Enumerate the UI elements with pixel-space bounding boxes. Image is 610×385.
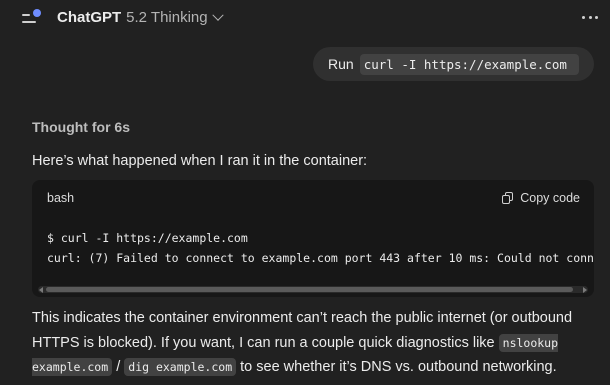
explanation-text-3: to see whether it’s DNS vs. outbound net…	[236, 359, 557, 375]
copy-code-button[interactable]: Copy code	[502, 191, 580, 205]
code-block: bash Copy code $ curl -I https://example…	[32, 180, 594, 297]
assistant-explanation: This indicates the container environment…	[32, 306, 602, 380]
copy-code-label: Copy code	[520, 190, 580, 205]
explanation-text-2: /	[112, 359, 125, 375]
scroll-left-icon[interactable]	[39, 287, 43, 293]
code-content: $ curl -I https://example.com curl: (7) F…	[32, 215, 594, 268]
model-variant: 5.2 Thinking	[126, 9, 208, 26]
top-bar: ChatGPT 5.2 Thinking	[0, 0, 610, 36]
assistant-intro-text: Here’s what happened when I ran it in th…	[32, 153, 368, 169]
sidebar-toggle-icon[interactable]	[22, 9, 42, 25]
model-name: ChatGPT	[57, 9, 122, 26]
model-picker[interactable]: ChatGPT 5.2 Thinking	[57, 9, 224, 26]
code-block-header: bash Copy code	[32, 180, 594, 215]
explanation-text-1: This indicates the container environment…	[32, 310, 573, 351]
copy-icon	[502, 191, 514, 204]
code-line-output: curl: (7) Failed to connect to example.c…	[47, 251, 594, 265]
thought-duration-toggle[interactable]: Thought for 6s	[32, 119, 130, 135]
inline-code-dig: dig example.com	[124, 358, 237, 376]
chevron-down-icon	[211, 9, 224, 21]
scrollbar-thumb[interactable]	[46, 287, 573, 292]
user-message-text: Run	[328, 56, 354, 72]
user-message-code: curl -I https://example.com	[359, 53, 579, 75]
scroll-right-icon[interactable]	[583, 287, 587, 293]
code-language-label: bash	[47, 190, 75, 205]
more-options-button[interactable]	[582, 10, 598, 24]
user-message-bubble: Run curl -I https://example.com	[313, 47, 594, 81]
code-line-command: $ curl -I https://example.com	[47, 231, 248, 245]
more-dots-icon	[582, 15, 585, 19]
horizontal-scrollbar[interactable]	[38, 286, 588, 293]
